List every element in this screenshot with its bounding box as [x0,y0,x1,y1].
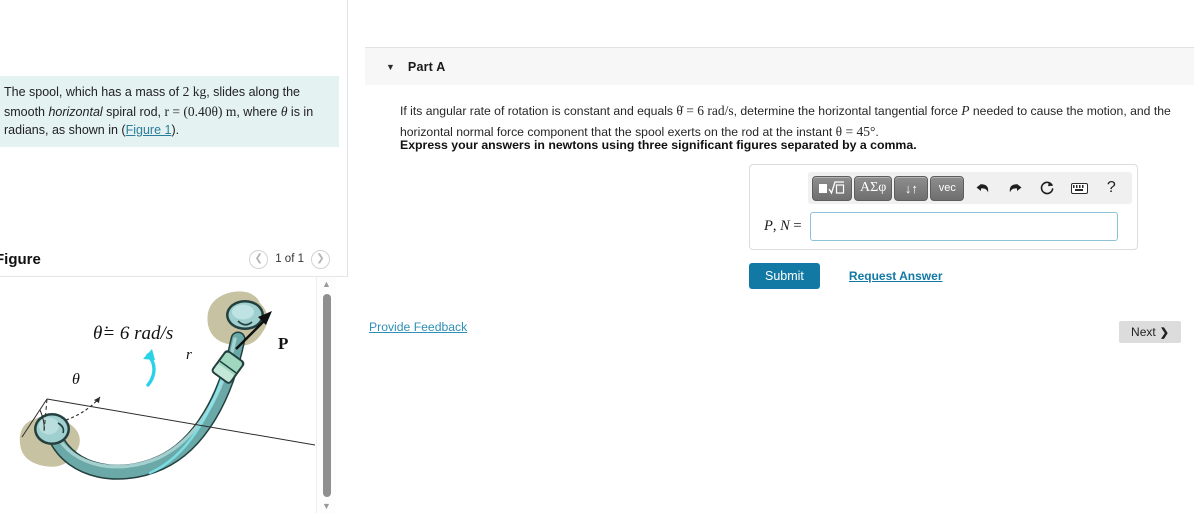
answer-label: P, N = [764,218,802,235]
part-a-header[interactable]: ▼ Part A [365,47,1194,85]
lower-hub-highlight [39,417,59,435]
right-panel: ▼ Part A If its angular rate of rotation… [349,0,1200,513]
problem-mass-value: 2 kg [182,84,207,99]
problem-text-3: spiral rod, [102,104,165,119]
question-text-2: , determine the horizontal tangential fo… [733,104,962,118]
template-sqrt-icon [819,181,845,195]
reset-button[interactable] [1034,176,1060,201]
answer-input[interactable] [809,212,1118,241]
force-P-label: P [278,334,288,353]
figure-right-gap [336,277,348,513]
chevron-right-icon: ❯ [316,253,325,264]
figure-counter: 1 of 1 [275,253,304,265]
question-text-1: If its angular rate of rotation is const… [400,104,677,118]
radius-line [46,398,315,446]
part-a-label: Part A [407,59,446,74]
question-text: If its angular rate of rotation is const… [400,101,1200,143]
answer-label-n: N [780,218,790,234]
rotation-arrow-head [143,349,155,360]
figure-body: θ̇= 6 rad/s r θ P ▲ ▼ [0,276,348,513]
help-button[interactable]: ? [1098,176,1124,201]
figure-navigation: ❮ 1 of 1 ❯ [249,249,348,269]
answer-label-equals: = [789,218,802,234]
next-button-label: Next [1131,325,1156,339]
left-panel: The spool, which has a mass of 2 kg, sli… [0,0,348,513]
problem-text-1: The spool, which has a mass of [4,85,183,99]
subscript-superscript-button[interactable]: ↓↑ [894,175,929,201]
redo-arrow-icon [1010,184,1022,193]
vector-button[interactable]: vec [930,175,965,201]
problem-horizontal-emphasis: horizontal [48,104,103,119]
theta-dot-label: θ̇= 6 rad/s [93,323,173,344]
figure-scrollbar[interactable]: ▲ ▼ [316,277,336,513]
question-equation-theta-dot: θ̇ = 6 rad/s [676,103,734,118]
r-label: r [186,347,192,363]
figure-next-button[interactable]: ❯ [311,249,330,269]
submit-row: Submit Request Answer [749,263,943,289]
question-equation-theta: θ = 45° [835,123,876,139]
scrollbar-track[interactable] [317,292,337,499]
provide-feedback-link[interactable]: Provide Feedback [369,320,467,334]
answer-label-p: P [764,218,773,234]
problem-page: The spool, which has a mass of 2 kg, sli… [0,0,1200,513]
chevron-right-icon: ❯ [1159,326,1169,339]
figure-prev-button[interactable]: ❮ [249,249,269,269]
spiral-rod-diagram: θ̇= 6 rad/s r θ P [19,291,315,480]
triangle-down-icon[interactable]: ▼ [386,62,395,72]
theta-label: θ [72,371,80,388]
problem-text-6: ). [171,122,180,137]
redo-button[interactable] [1002,176,1028,201]
next-button[interactable]: Next ❯ [1119,321,1181,343]
figure-title: Figure [0,250,41,268]
problem-text-4: , where [236,104,281,119]
keyboard-icon [1070,182,1088,194]
problem-equation-r: r = (0.40θ) m [164,103,237,119]
reset-circle-icon [1041,181,1054,195]
answer-entry-box: ΑΣφ ↓↑ vec ? P, N = [749,164,1138,250]
figure-header: Figure ❮ 1 of 1 ❯ [0,243,348,275]
question-symbol-P: P [961,103,970,118]
submit-button[interactable]: Submit [749,263,820,289]
figure-1-link[interactable]: Figure 1 [126,123,172,137]
problem-statement: The spool, which has a mass of 2 kg, sli… [0,76,339,148]
greek-letters-button[interactable]: ΑΣφ [854,175,893,201]
chevron-left-icon: ❮ [254,253,263,264]
triangle-up-icon[interactable]: ▲ [322,277,331,292]
question-text-4: . [875,124,879,139]
answer-instruction: Express your answers in newtons using th… [400,138,917,152]
upper-hub-highlight [232,304,254,320]
template-sqrt-button[interactable] [812,175,852,201]
triangle-down-icon[interactable]: ▼ [322,499,331,513]
math-toolbar: ΑΣφ ↓↑ vec ? [808,172,1132,204]
undo-button[interactable] [970,176,996,201]
scrollbar-thumb[interactable] [322,294,331,497]
keyboard-button[interactable] [1066,176,1092,201]
answer-row: P, N = [764,212,1124,241]
request-answer-link[interactable]: Request Answer [849,269,943,283]
undo-arrow-icon [976,184,989,193]
